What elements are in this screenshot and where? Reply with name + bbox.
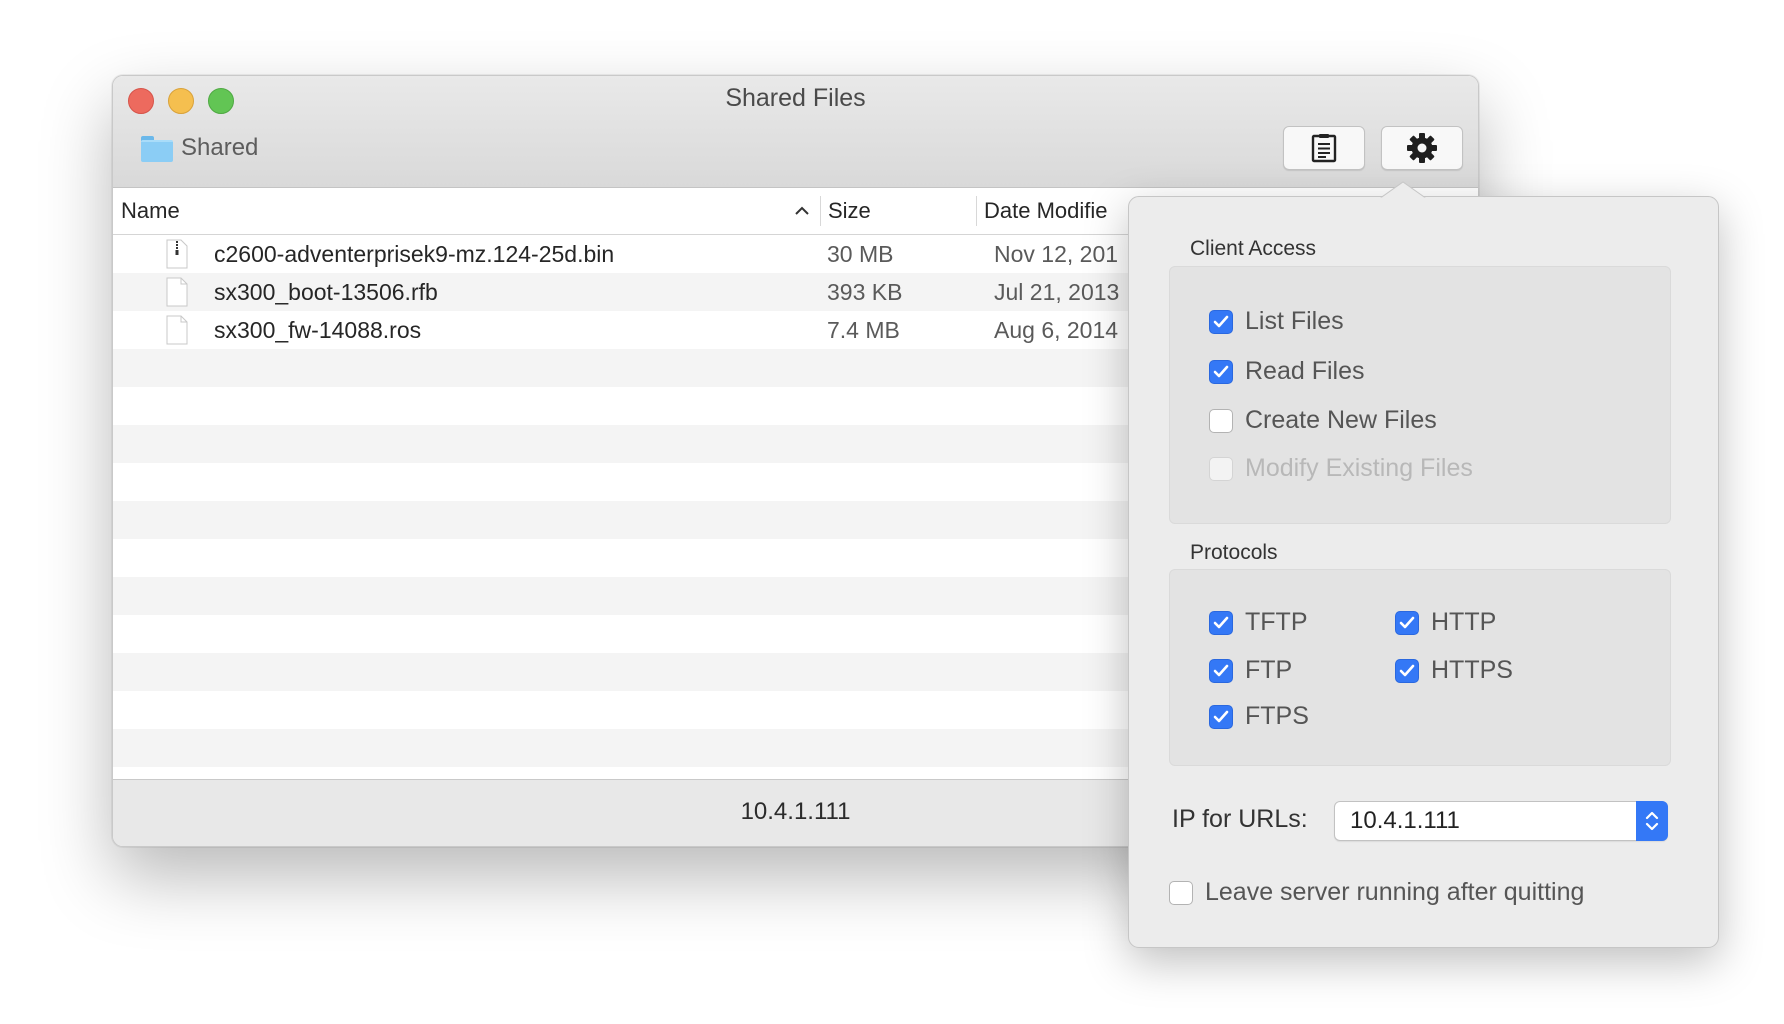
checkbox-label: List Files xyxy=(1245,307,1344,335)
protocols-box: TFTP HTTP FTP HTTPS FTPS xyxy=(1169,569,1671,766)
title-bar: Shared Files Shared xyxy=(113,76,1478,188)
tftp-checkbox[interactable]: TFTP xyxy=(1209,608,1308,637)
checkbox-label: HTTPS xyxy=(1431,656,1513,684)
checkbox-label: Modify Existing Files xyxy=(1245,454,1473,482)
column-separator[interactable] xyxy=(976,196,977,226)
checkmark-icon xyxy=(1213,315,1229,327)
list-document-icon xyxy=(1311,134,1337,163)
checkmark-icon xyxy=(1213,365,1229,377)
checkbox-unchecked[interactable] xyxy=(1209,408,1233,433)
folder-icon xyxy=(141,136,173,162)
checkbox-label: Create New Files xyxy=(1245,406,1437,434)
sort-ascending-icon xyxy=(795,206,809,215)
file-size: 7.4 MB xyxy=(827,317,900,343)
file-name: sx300_fw-14088.ros xyxy=(214,317,422,343)
https-checkbox[interactable]: HTTPS xyxy=(1395,656,1513,685)
checkbox-checked[interactable] xyxy=(1209,704,1233,729)
checkmark-icon xyxy=(1213,616,1229,628)
gear-icon xyxy=(1407,133,1437,163)
checkmark-icon xyxy=(1399,616,1415,628)
checkbox-checked[interactable] xyxy=(1209,610,1233,635)
checkbox-unchecked[interactable] xyxy=(1169,880,1193,905)
checkbox-label: Read Files xyxy=(1245,357,1365,385)
checkmark-icon xyxy=(1399,664,1415,676)
checkbox-label: FTPS xyxy=(1245,702,1309,730)
ftps-checkbox[interactable]: FTPS xyxy=(1209,702,1309,731)
log-button[interactable] xyxy=(1283,126,1365,170)
file-name: sx300_boot-13506.rfb xyxy=(214,279,438,305)
settings-popover: Client Access List Files Read Files Crea… xyxy=(1128,181,1719,948)
checkbox-checked[interactable] xyxy=(1209,309,1233,334)
checkbox-checked[interactable] xyxy=(1395,658,1419,683)
path-label: Shared xyxy=(181,134,259,161)
checkbox-label: TFTP xyxy=(1245,608,1308,636)
column-header-size[interactable]: Size xyxy=(828,188,871,234)
checkbox-label: HTTP xyxy=(1431,608,1497,636)
checkbox-label: FTP xyxy=(1245,656,1293,684)
file-size: 393 KB xyxy=(827,279,903,305)
chevron-up-down-icon xyxy=(1645,811,1659,831)
client-access-label: Client Access xyxy=(1190,237,1317,260)
list-files-checkbox[interactable]: List Files xyxy=(1209,307,1344,336)
zip-document-icon xyxy=(166,239,188,269)
ip-for-urls-label: IP for URLs: xyxy=(1172,805,1308,833)
column-header-name[interactable]: Name xyxy=(121,188,180,234)
checkmark-icon xyxy=(1213,664,1229,676)
create-new-files-checkbox[interactable]: Create New Files xyxy=(1209,406,1437,435)
protocols-label: Protocols xyxy=(1190,541,1278,564)
client-access-box: List Files Read Files Create New Files M… xyxy=(1169,266,1671,524)
checkbox-checked[interactable] xyxy=(1209,658,1233,683)
settings-button[interactable] xyxy=(1381,126,1463,170)
checkmark-icon xyxy=(1213,710,1229,722)
column-separator[interactable] xyxy=(820,196,821,226)
ip-select-value: 10.4.1.111 xyxy=(1350,807,1460,834)
ip-for-urls-select[interactable]: 10.4.1.111 xyxy=(1334,801,1668,841)
file-name: c2600-adventerprisek9-mz.124-25d.bin xyxy=(214,241,615,267)
path-control[interactable]: Shared xyxy=(141,134,258,162)
file-date: Jul 21, 2013 xyxy=(994,279,1120,305)
file-date: Aug 6, 2014 xyxy=(994,317,1119,343)
window-title: Shared Files xyxy=(725,84,866,112)
checkbox-label: Leave server running after quitting xyxy=(1205,878,1585,906)
checkbox-checked[interactable] xyxy=(1395,610,1419,635)
ftp-checkbox[interactable]: FTP xyxy=(1209,656,1292,685)
file-size: 30 MB xyxy=(827,241,894,267)
file-date: Nov 12, 201 xyxy=(994,241,1119,267)
select-arrows[interactable] xyxy=(1636,801,1668,841)
checkbox-disabled xyxy=(1209,456,1233,481)
modify-existing-files-checkbox: Modify Existing Files xyxy=(1209,454,1473,483)
document-icon xyxy=(166,277,188,307)
leave-server-running-checkbox[interactable]: Leave server running after quitting xyxy=(1169,878,1584,907)
document-icon xyxy=(166,315,188,345)
http-checkbox[interactable]: HTTP xyxy=(1395,608,1496,637)
popover-arrow xyxy=(1379,181,1427,199)
column-header-date[interactable]: Date Modifie xyxy=(984,188,1108,234)
checkbox-checked[interactable] xyxy=(1209,359,1233,384)
read-files-checkbox[interactable]: Read Files xyxy=(1209,357,1365,386)
